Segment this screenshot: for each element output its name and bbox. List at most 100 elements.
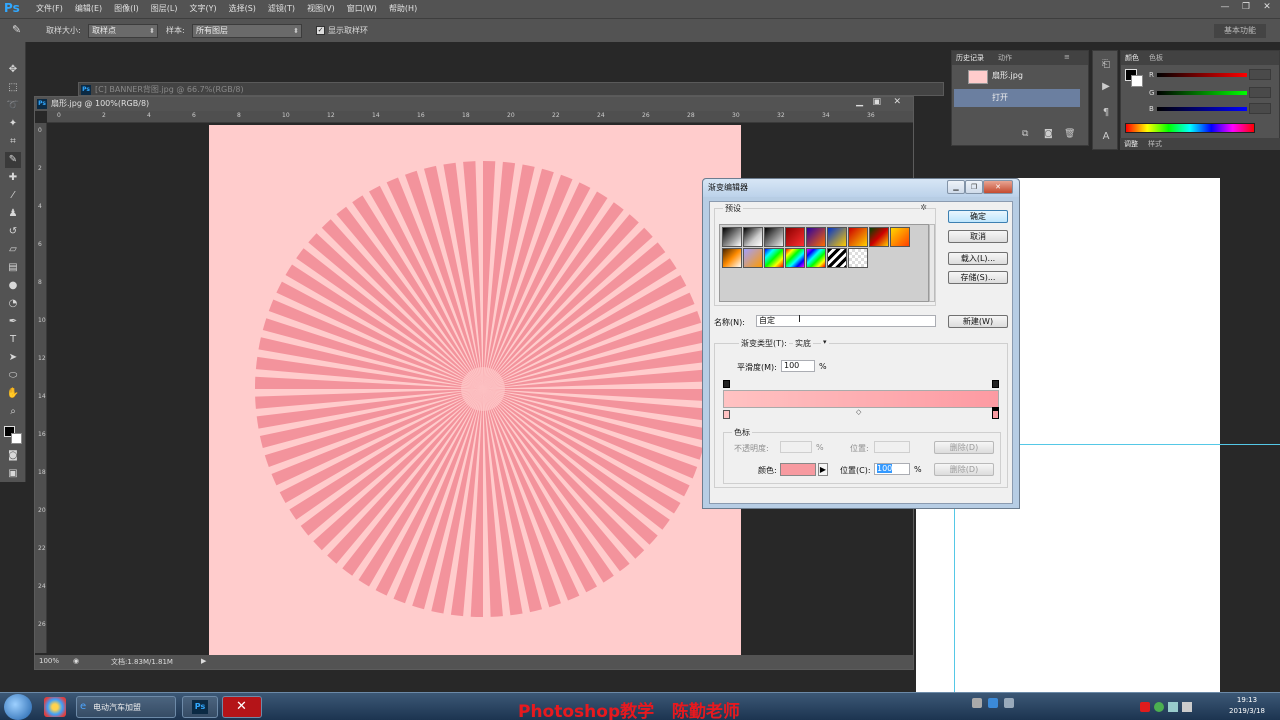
tray-keyboard-icon[interactable] [972,698,982,708]
name-input[interactable]: 自定 [756,315,936,327]
trash-icon[interactable]: 🗑 [1064,129,1075,139]
gradient-preview-bar[interactable] [723,390,999,408]
preset-swatch[interactable] [743,227,763,247]
channel-r-input[interactable] [1249,69,1271,80]
preset-swatch[interactable] [827,227,847,247]
delete-color-stop-button[interactable]: 删除(D) [934,463,994,476]
preset-swatch[interactable] [764,227,784,247]
preset-swatch[interactable] [722,248,742,268]
opacity-stop-left[interactable] [723,380,730,388]
delete-opacity-stop-button[interactable]: 删除(D) [934,441,994,454]
status-menu-arrow-icon[interactable]: ▶ [201,657,206,665]
quick-select-tool-icon[interactable]: ✦ [5,116,21,132]
background-color-swatch[interactable] [1131,75,1143,87]
taskbar-x-app-item[interactable]: ✕ [222,696,262,718]
background-color-swatch[interactable] [11,433,22,444]
tab-history[interactable]: 历史记录 [956,53,984,63]
workspace-select[interactable]: 基本功能 [1214,24,1266,38]
crop-tool-icon[interactable]: ⌗ [5,134,21,150]
preset-swatch[interactable] [806,227,826,247]
dialog-title-bar[interactable]: 渐变编辑器 ▁ ❐ ✕ [703,179,1019,197]
preset-swatch[interactable] [785,227,805,247]
menu-view[interactable]: 视图(V) [301,0,341,18]
channel-r-slider[interactable] [1157,73,1247,77]
tray-app-icon[interactable] [1154,702,1164,712]
type-select[interactable]: 实底 [793,338,813,349]
smoothness-input[interactable]: 100 [781,360,815,372]
paragraph-panel-icon[interactable]: ¶ [1098,107,1114,118]
type-dropdown-icon[interactable]: ▾ [821,338,829,346]
tray-volume-icon[interactable] [1182,702,1192,712]
snapshot-icon[interactable]: ◙ [1044,129,1053,139]
color-spectrum[interactable] [1125,123,1255,133]
history-brush-tool-icon[interactable]: ↺ [5,224,21,240]
preset-swatch[interactable] [764,248,784,268]
marquee-tool-icon[interactable]: ⬚ [5,80,21,96]
menu-layer[interactable]: 图层(L) [145,0,184,18]
preset-swatch[interactable] [848,248,868,268]
lasso-tool-icon[interactable]: ➰ [5,98,21,114]
presets-scrollbar[interactable] [929,224,935,302]
screen-mode-icon[interactable]: ▣ [5,466,21,482]
color-picker-arrow-icon[interactable]: ▶ [818,463,828,476]
dialog-minimize-button[interactable]: ▁ [947,180,965,194]
tray-play-icon[interactable] [1168,702,1178,712]
history-snapshot[interactable]: 扇形.jpg [954,67,1080,85]
menu-type[interactable]: 文字(Y) [183,0,222,18]
channel-g-input[interactable] [1249,87,1271,98]
zoom-tool-icon[interactable]: ⌕ [5,404,21,420]
load-button[interactable]: 载入(L)... [948,252,1008,265]
tab-styles[interactable]: 样式 [1148,139,1162,149]
taskbar-browser-item[interactable]: 电动汽车加盟 e [76,696,176,718]
browser-icon[interactable] [44,697,66,717]
clock[interactable]: 19:13 2019/3/18 [1218,695,1276,717]
color-stop-right[interactable] [992,410,999,419]
preset-swatch[interactable] [869,227,889,247]
menu-window[interactable]: 窗口(W) [341,0,383,18]
opacity-input[interactable] [780,441,812,453]
stamp-tool-icon[interactable]: ♟ [5,206,21,222]
stop-color-swatch[interactable] [780,463,816,476]
history-item[interactable]: 打开 [954,89,1080,107]
history-panel-icon[interactable]: ⎗ [1098,59,1114,70]
minimize-button[interactable]: — [1216,0,1234,14]
preset-swatch[interactable] [785,248,805,268]
pen-tool-icon[interactable]: ✒ [5,314,21,330]
brush-tool-icon[interactable]: ⁄ [5,188,21,204]
save-button[interactable]: 存储(S)... [948,271,1008,284]
type-tool-icon[interactable]: T [5,332,21,348]
dodge-tool-icon[interactable]: ◔ [5,296,21,312]
tab-actions[interactable]: 动作 [998,53,1012,63]
ok-button[interactable]: 确定 [948,210,1008,223]
preset-swatch[interactable] [848,227,868,247]
hand-tool-icon[interactable]: ✋ [5,386,21,402]
background-document-tab[interactable]: Ps [C] BANNER背图.jpg @ 66.7%(RGB/8) [78,82,944,96]
start-button[interactable] [4,694,32,720]
restore-button[interactable]: ❐ [1237,0,1255,14]
menu-file[interactable]: 文件(F) [30,0,69,18]
preset-swatch[interactable] [827,248,847,268]
channel-b-input[interactable] [1249,103,1271,114]
taskbar-photoshop-item[interactable]: Ps [182,696,218,718]
quick-mask-icon[interactable]: ◙ [5,448,21,464]
menu-edit[interactable]: 编辑(E) [69,0,108,18]
dialog-close-button[interactable]: ✕ [983,180,1013,194]
preset-swatch[interactable] [743,248,763,268]
tab-color[interactable]: 颜色 [1125,53,1139,63]
tray-record-icon[interactable] [1140,702,1150,712]
cancel-button[interactable]: 取消 [948,230,1008,243]
status-icon[interactable]: ◉ [73,657,79,665]
blur-tool-icon[interactable]: ● [5,278,21,294]
sample-select[interactable]: 所有图层 [192,24,302,38]
opacity-stop-right[interactable] [992,380,999,388]
doc-minimize-icon[interactable]: ▁ [856,97,863,107]
menu-help[interactable]: 帮助(H) [383,0,423,18]
sample-size-select[interactable]: 取样点 [88,24,158,38]
preset-swatch[interactable] [890,227,910,247]
tab-swatches[interactable]: 色板 [1149,53,1163,63]
eyedropper-icon[interactable]: ✎ [12,23,21,36]
eraser-tool-icon[interactable]: ▱ [5,242,21,258]
new-button[interactable]: 新建(W) [948,315,1008,328]
color-location-input[interactable]: 100 [874,463,910,475]
doc-close-icon[interactable]: ✕ [893,97,901,107]
